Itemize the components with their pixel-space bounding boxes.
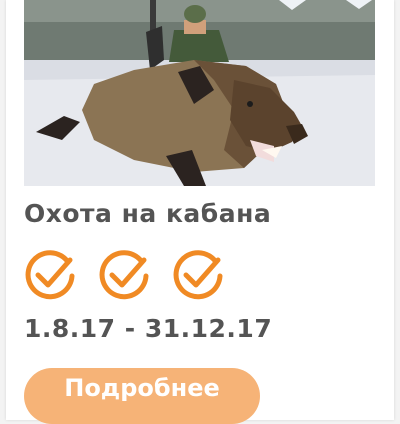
boar-hunt-illustration-icon (24, 0, 375, 186)
event-card: Охота на кабана 1.8.17 - 31.12.17 Подроб… (6, 0, 394, 424)
card-image[interactable] (24, 0, 375, 186)
check-circle-icon (173, 250, 223, 300)
check-circle-icon (99, 250, 149, 300)
event-dates: 1.8.17 - 31.12.17 (24, 314, 273, 343)
card-title: Охота на кабана (24, 199, 272, 228)
more-button[interactable]: Подробнее (24, 368, 260, 424)
check-circle-icon (25, 250, 75, 300)
check-list (24, 250, 224, 302)
